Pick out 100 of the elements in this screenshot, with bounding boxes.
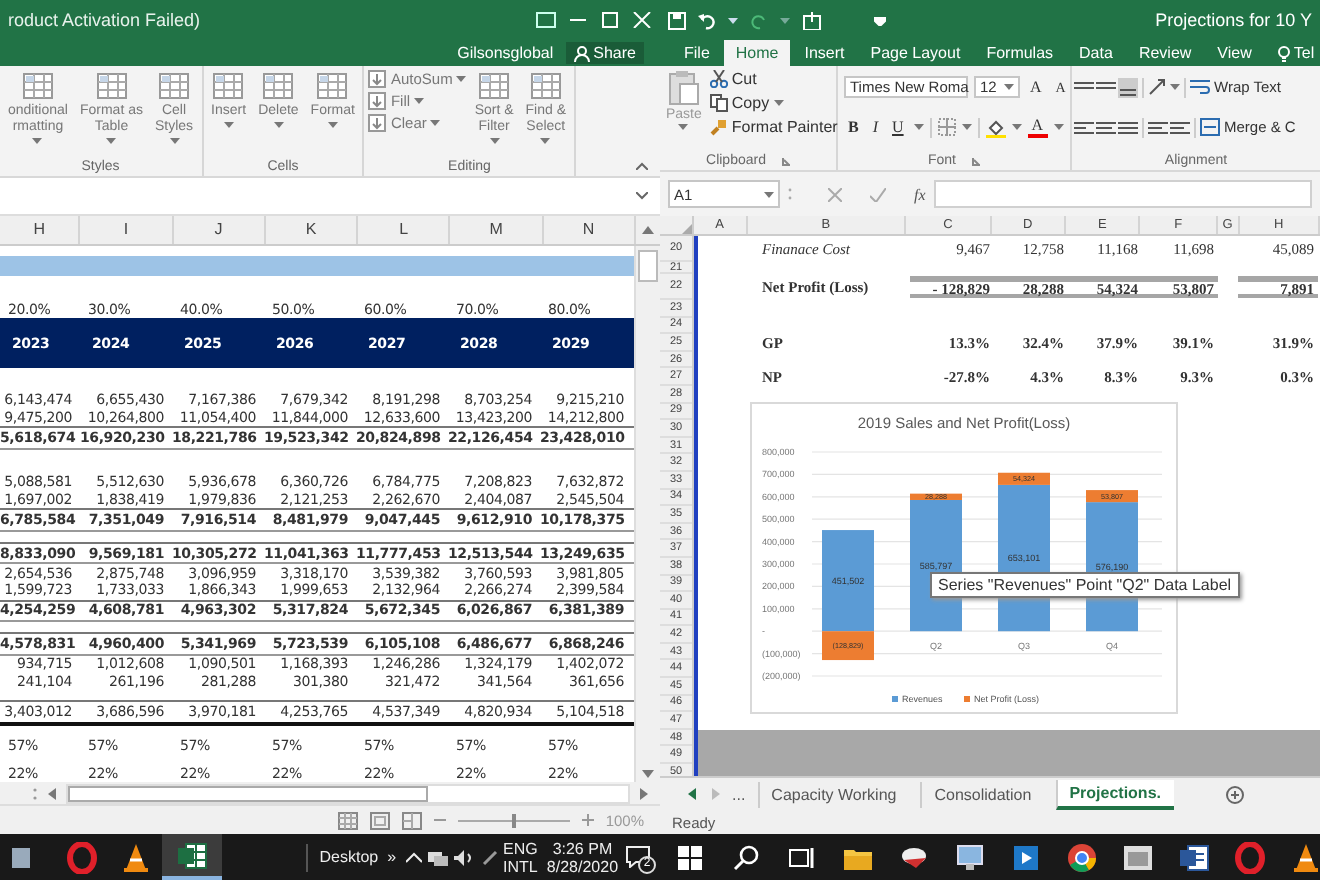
language-code[interactable]: INTL [503, 857, 538, 875]
close-icon[interactable] [632, 12, 652, 28]
dialog-launcher-icon[interactable] [781, 157, 790, 165]
clock-time[interactable]: 3:26 PM [552, 839, 613, 857]
scrollbar-thumb[interactable] [638, 250, 658, 282]
start-icon[interactable] [673, 841, 705, 873]
insert-function-button[interactable]: fx [914, 185, 926, 203]
column-header[interactable]: J [173, 216, 266, 244]
pen-icon[interactable] [481, 849, 497, 865]
window-title: roduct Activation Failed) [8, 10, 201, 30]
wrap-icon [1190, 78, 1210, 96]
ring-icon[interactable] [1233, 841, 1265, 873]
language-code[interactable]: ENG [503, 839, 538, 857]
caret-icon [223, 122, 234, 128]
ribbon-tab[interactable]: Review [1126, 40, 1204, 66]
customize-icon[interactable] [874, 15, 886, 25]
sheet-tab[interactable]: Capacity Working [757, 781, 909, 807]
box-arrow-icon [368, 92, 387, 110]
caret-icon [728, 17, 738, 23]
window-icon[interactable] [1121, 841, 1153, 873]
desktop-toolbar[interactable]: Desktop [319, 848, 379, 866]
monitor-icon[interactable] [953, 841, 985, 873]
clock-date[interactable]: 8/28/2020 [546, 857, 619, 875]
page-break-icon[interactable] [401, 811, 422, 829]
orientation-icon[interactable] [1148, 78, 1168, 96]
font-color-button[interactable]: A [1027, 116, 1048, 138]
sheet-tab[interactable]: Consolidation [920, 781, 1044, 807]
ribbon-tab[interactable]: Home [723, 40, 791, 66]
document-app-icon[interactable] [1177, 841, 1209, 873]
more-sheets-button[interactable]: ... [732, 785, 746, 803]
column-header[interactable]: K [265, 216, 359, 244]
volume-icon[interactable] [454, 849, 475, 865]
caret-icon [1011, 124, 1022, 130]
ribbon-tab[interactable]: File [672, 40, 722, 66]
spreadsheet-app-icon[interactable] [176, 839, 208, 871]
column-header[interactable]: H [0, 216, 81, 244]
clipboard-button[interactable]: Copy [709, 94, 838, 112]
column-header[interactable]: N [543, 216, 636, 244]
account-name: Gilsonsglobal [457, 44, 554, 62]
play-icon[interactable] [1009, 841, 1041, 873]
ribbon-tab[interactable]: Tel [1265, 40, 1320, 66]
column-header[interactable]: L [358, 216, 451, 244]
toolbar-overflow[interactable]: » [387, 848, 397, 866]
tooltip: Series "Revenues" Point "Q2" Data Label [930, 572, 1240, 598]
fill-color-icon[interactable] [985, 117, 1006, 137]
search-icon[interactable] [729, 841, 761, 873]
column-header[interactable]: M [450, 216, 544, 244]
ring-icon[interactable] [65, 841, 97, 873]
share-button[interactable]: Share [565, 42, 644, 64]
sheet-prev-icon[interactable] [688, 788, 698, 800]
sheet-tab[interactable]: Projections. [1055, 779, 1173, 809]
clipboard-button[interactable]: Cut [709, 70, 838, 88]
align-left-icon[interactable] [1074, 119, 1094, 135]
zoom-slider-thumb[interactable] [511, 813, 516, 827]
undo-icon[interactable] [698, 11, 716, 29]
add-sheet-icon[interactable] [1225, 785, 1243, 803]
caret-icon [327, 122, 338, 128]
dialog-launcher-icon[interactable] [972, 157, 980, 165]
copy-icon [709, 94, 728, 112]
caret-icon [540, 138, 551, 144]
collapse-ribbon-icon[interactable] [636, 162, 648, 170]
ribbon-display-icon[interactable] [536, 12, 556, 28]
caret-icon [1170, 84, 1180, 90]
formula-input[interactable] [933, 180, 1312, 208]
touch-mode-icon[interactable] [802, 11, 822, 29]
maximize-icon[interactable] [600, 12, 620, 28]
align-bottom-icon[interactable] [1118, 77, 1138, 97]
increase-indent-icon[interactable] [1170, 119, 1190, 135]
cone-icon[interactable] [1289, 841, 1320, 873]
tray-chevron-icon[interactable] [405, 851, 422, 863]
font-style-button[interactable]: U [888, 118, 908, 136]
caret-icon [169, 138, 180, 144]
grow-font-button[interactable]: A [1026, 78, 1046, 96]
clipboard-button[interactable]: Format Painter [709, 118, 838, 136]
font-style-button[interactable]: I [868, 118, 883, 136]
decrease-indent-icon[interactable] [1148, 119, 1168, 135]
ribbon-tab[interactable]: View [1205, 40, 1264, 66]
page-layout-icon[interactable] [369, 811, 390, 829]
browser-icon[interactable] [1065, 841, 1097, 873]
align-middle-icon[interactable] [1096, 79, 1116, 95]
align-top-icon[interactable] [1074, 79, 1094, 95]
align-right-icon[interactable] [1118, 119, 1138, 135]
lightbulb-icon [1277, 45, 1290, 61]
scrollbar-thumb[interactable] [68, 785, 428, 801]
normal-view-icon[interactable] [337, 811, 358, 829]
align-center-icon[interactable] [1096, 119, 1116, 135]
caret-icon [489, 138, 500, 144]
expand-icon[interactable] [636, 192, 648, 200]
ribbon-tab[interactable]: Formulas [974, 40, 1066, 66]
cone-icon[interactable] [119, 841, 151, 873]
borders-icon[interactable] [937, 118, 956, 136]
network-icon[interactable] [428, 849, 449, 865]
save-icon[interactable] [668, 11, 686, 29]
ribbon-tab[interactable]: Data [1067, 40, 1125, 66]
box-arrow-icon [368, 114, 387, 132]
font-style-button[interactable]: B [844, 118, 863, 136]
caret-icon [678, 124, 689, 130]
ribbon-tab[interactable]: Page Layout [858, 40, 973, 66]
column-header[interactable]: I [80, 216, 174, 244]
ribbon-tab[interactable]: Insert [792, 40, 857, 66]
